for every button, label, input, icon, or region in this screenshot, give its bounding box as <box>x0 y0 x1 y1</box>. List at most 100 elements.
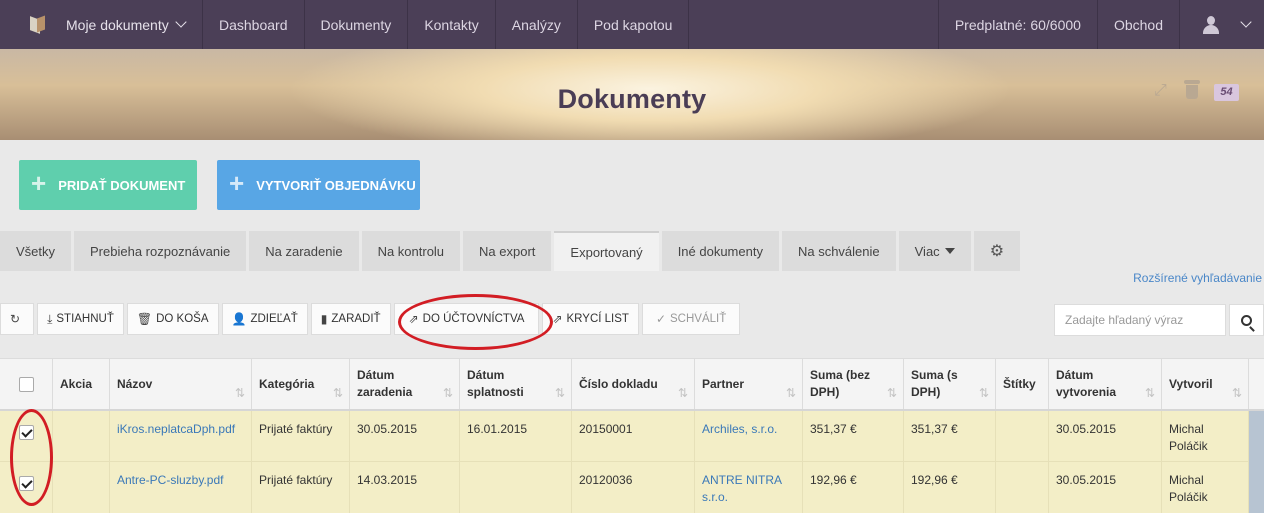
column-header[interactable]: Suma (s DPH) ⇅ <box>904 359 996 409</box>
expand-icon[interactable]: ⤢ <box>1154 82 1172 100</box>
column-header-label: Dátum splatnosti <box>467 368 524 399</box>
approve-button[interactable]: ✓ SCHVÁLIŤ <box>641 303 741 335</box>
column-header[interactable]: Suma (bez DPH) ⇅ <box>803 359 904 409</box>
sort-icon: ⇅ <box>332 386 343 400</box>
column-header[interactable]: Dátum splatnosti ⇅ <box>460 359 572 409</box>
nav-documents[interactable]: Dokumenty <box>305 0 409 49</box>
date-created-cell: 30.05.2015 <box>1049 411 1162 461</box>
sort-icon: ⇅ <box>677 386 688 400</box>
documents-table: Akcia Názov ⇅ Kategória ⇅ Dátum zaradenia ⇅… <box>0 358 1264 513</box>
column-header-label: Dátum vytvorenia <box>1056 368 1117 399</box>
sum-gross-cell: 192,96 € <box>904 462 996 513</box>
tags-cell <box>996 411 1049 461</box>
tab-other-documents[interactable]: Iné dokumenty <box>661 231 779 271</box>
download-icon: ⤓ <box>47 311 53 326</box>
logo-icon <box>30 15 46 34</box>
sort-icon: ⇅ <box>442 386 453 400</box>
column-header[interactable]: Číslo dokladu ⇅ <box>572 359 695 409</box>
tab-recognition[interactable]: Prebieha rozpoznávanie <box>74 231 247 271</box>
column-header[interactable]: Dátum vytvorenia ⇅ <box>1049 359 1162 409</box>
partner-link[interactable]: Archiles, s.r.o. <box>695 411 803 461</box>
tab-more[interactable]: Viac <box>898 231 971 271</box>
sort-icon: ⇅ <box>785 386 796 400</box>
sort-icon: ⇅ <box>234 386 245 400</box>
nav-analyses[interactable]: Analýzy <box>496 0 578 49</box>
sort-icon: ⇅ <box>1144 386 1155 400</box>
tab-settings[interactable]: ⚙ <box>973 231 1021 271</box>
category-cell: Prijaté faktúry <box>252 462 350 513</box>
table-scrollbar[interactable] <box>1249 411 1264 513</box>
search-icon <box>1241 314 1252 326</box>
column-header-label: Číslo dokladu <box>579 376 658 391</box>
select-all-checkbox[interactable] <box>18 376 34 392</box>
nav-under-the-hood[interactable]: Pod kapotou <box>578 0 690 49</box>
annotation-ellipse-accounting <box>398 294 553 350</box>
page-banner: Dokumenty <box>0 49 1264 140</box>
search-input[interactable]: Zadajte hľadaný výraz <box>1054 304 1226 336</box>
column-header[interactable]: Názov ⇅ <box>110 359 252 409</box>
date-due-cell <box>460 462 572 513</box>
sort-icon: ⇅ <box>886 386 897 400</box>
advanced-search-link[interactable]: Rozšírené vyhľadávanie <box>1133 271 1262 285</box>
column-header[interactable]: Partner ⇅ <box>695 359 803 409</box>
chevron-down-icon <box>175 15 187 28</box>
trash-icon: 🗑 <box>136 312 153 326</box>
plus-icon: + <box>229 168 245 198</box>
tab-exported[interactable]: Exportovaný <box>554 231 659 271</box>
add-document-button[interactable]: + PRIDAŤ DOKUMENT <box>19 160 197 210</box>
create-order-button[interactable]: + VYTVORIŤ OBJEDNÁVKU <box>217 160 420 210</box>
document-toolbar: ↻ ⤓ STIAHNUŤ 🗑 DO KOŠA 👤 ZDIEĽAŤ ▮ ZARAD… <box>0 303 743 335</box>
chevron-down-icon <box>1240 15 1252 28</box>
cover-sheet-button[interactable]: ⇗ KRYCÍ LIST <box>542 303 639 335</box>
column-header[interactable]: Vytvoril ⇅ <box>1162 359 1249 409</box>
nav-contacts[interactable]: Kontakty <box>408 0 496 49</box>
column-header-label: Suma (s DPH) <box>911 368 958 399</box>
doc-number-cell: 20120036 <box>572 462 695 513</box>
brand-menu[interactable]: Moje dokumenty <box>0 0 203 49</box>
date-assigned-cell: 14.03.2015 <box>350 462 460 513</box>
refresh-button[interactable]: ↻ <box>0 303 35 335</box>
table-row[interactable]: iKros.neplatcaDph.pdf Prijaté faktúry 30… <box>0 411 1264 462</box>
to-trash-button[interactable]: 🗑 DO KOŠA <box>126 303 219 335</box>
column-header[interactable]: Kategória ⇅ <box>252 359 350 409</box>
tab-to-assign[interactable]: Na zaradenie <box>249 231 359 271</box>
tab-to-check[interactable]: Na kontrolu <box>361 231 461 271</box>
sort-icon: ⇅ <box>1231 386 1242 400</box>
trash-icon[interactable] <box>1184 80 1200 100</box>
assign-button[interactable]: ▮ ZARADIŤ <box>310 303 391 335</box>
document-name-link[interactable]: iKros.neplatcaDph.pdf <box>110 411 252 461</box>
to-trash-label: DO KOŠA <box>156 313 209 325</box>
subscription-status[interactable]: Predplatné: 60/6000 <box>937 0 1097 49</box>
sort-icon: ⇅ <box>554 386 565 400</box>
date-created-cell: 30.05.2015 <box>1049 462 1162 513</box>
column-header[interactable]: Dátum zaradenia ⇅ <box>350 359 460 409</box>
date-assigned-cell: 30.05.2015 <box>350 411 460 461</box>
download-label: STIAHNUŤ <box>56 313 114 325</box>
row-action <box>53 411 110 461</box>
nav-shop[interactable]: Obchod <box>1096 0 1179 49</box>
column-header-label: Názov <box>117 376 153 391</box>
search-button[interactable] <box>1229 304 1264 336</box>
share-button[interactable]: 👤 ZDIEĽAŤ <box>221 303 308 335</box>
download-button[interactable]: ⤓ STIAHNUŤ <box>37 303 124 335</box>
nav-dashboard[interactable]: Dashboard <box>203 0 305 49</box>
column-header-label: Vytvoril <box>1169 376 1213 391</box>
column-header: Akcia <box>53 359 110 409</box>
column-header-label: Dátum zaradenia <box>357 368 413 399</box>
created-by-cell: Michal Poláčik <box>1162 411 1249 461</box>
column-header: Štítky <box>996 359 1049 409</box>
column-header-label: Kategória <box>259 376 315 391</box>
select-all-cell <box>0 359 53 409</box>
document-name-link[interactable]: Antre-PC-sluzby.pdf <box>110 462 252 513</box>
approve-label: SCHVÁLIŤ <box>670 313 727 325</box>
partner-link[interactable]: ANTRE NITRA s.r.o. <box>695 462 803 513</box>
table-row[interactable]: Antre-PC-sluzby.pdf Prijaté faktúry 14.0… <box>0 462 1264 513</box>
tab-to-export[interactable]: Na export <box>463 231 552 271</box>
column-header-label: Suma (bez DPH) <box>810 368 871 399</box>
user-menu[interactable] <box>1179 0 1264 49</box>
column-header-label: Partner <box>702 376 745 391</box>
tab-to-approve[interactable]: Na schválenie <box>781 231 896 271</box>
cover-sheet-label: KRYCÍ LIST <box>566 313 629 325</box>
tab-all[interactable]: Všetky <box>0 231 72 271</box>
